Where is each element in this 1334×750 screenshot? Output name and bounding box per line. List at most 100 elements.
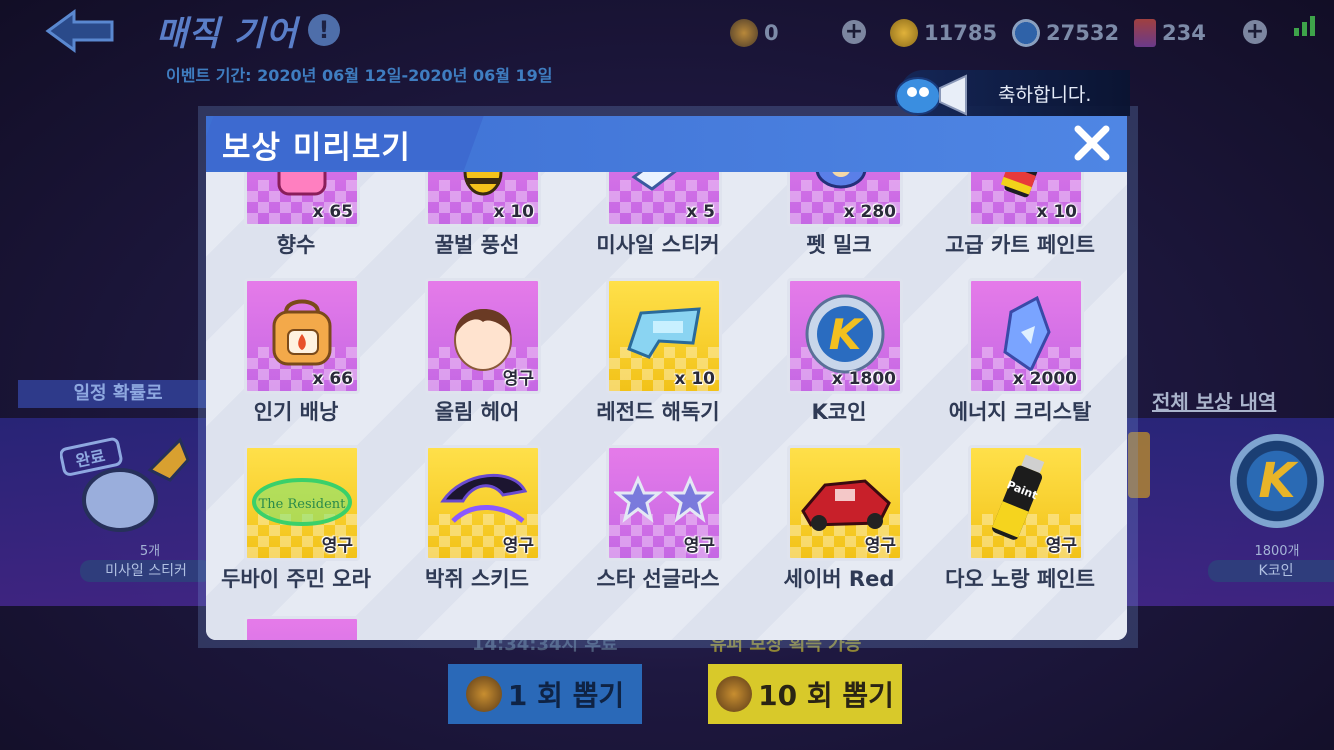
signal-icon [1294, 14, 1320, 36]
bee-balloon-icon [448, 172, 518, 206]
reward-item[interactable]: x 10 고급 카트 페인트 [930, 172, 1110, 257]
reward-item[interactable]: The Resident 영구두바이 주민 오라 [206, 431, 386, 591]
reward-quantity: 영구 [321, 536, 353, 556]
reward-item[interactable]: 영구 박쥐 스키드 [387, 431, 567, 591]
reward-card[interactable]: x 10 [606, 278, 722, 394]
reward-quantity: x 66 [312, 369, 353, 389]
currency-value: 234 [1162, 21, 1206, 45]
pet-milk-icon [807, 172, 883, 201]
reward-quantity: 영구 [1045, 536, 1077, 556]
reward-card[interactable]: x 2000 [968, 278, 1084, 394]
reward-item[interactable]: x 280 펫 밀크 [749, 172, 929, 257]
reward-item[interactable]: x 10 레전드 해독기 [568, 264, 748, 424]
reward-name: 에너지 크리스탈 [948, 400, 1092, 424]
missile-sticker-icon [626, 172, 702, 201]
reward-item[interactable]: x 66 인기 배낭 [206, 264, 386, 424]
reward-name: 다오 노랑 페인트 [945, 567, 1095, 591]
reward-preview-modal: 보상 미리보기 x 65 향수 x 10 꿀벌 풍선 x 5 미사일 스티커 x 280 펫 … [206, 116, 1127, 640]
reward-card[interactable]: The Resident 영구 [244, 445, 360, 561]
reward-item[interactable]: 영구스타 선글라스 [568, 431, 748, 591]
reward-card[interactable]: Kx 1800 [787, 278, 903, 394]
reward-quantity: x 65 [312, 202, 353, 222]
reward-quantity: x 10 [493, 202, 534, 222]
reward-quantity: 영구 [502, 536, 534, 556]
reward-quantity: 영구 [683, 536, 715, 556]
reward-item[interactable]: Paint 영구다오 노랑 페인트 [930, 431, 1110, 591]
reward-item[interactable]: x 65 향수 [206, 172, 386, 257]
gear-token-icon [730, 19, 758, 47]
reward-card[interactable]: x 10 [968, 172, 1084, 227]
all-rewards-link[interactable]: 전체 보상 내역 [1152, 386, 1276, 415]
currency-value: 11785 [924, 21, 998, 45]
reward-item[interactable]: 영구 세이버 Red [749, 431, 929, 591]
gear-token-icon [465, 676, 502, 712]
modal-title: 보상 미리보기 [222, 130, 411, 166]
reward-card[interactable]: x 280 [787, 172, 903, 227]
coin-letter: K [829, 310, 865, 359]
reward-card[interactable]: 영구 [787, 445, 903, 561]
reward-name: 향수 [276, 233, 316, 257]
reward-item[interactable]: x 5 미사일 스티커 [568, 172, 748, 257]
reward-name: 미사일 스티커 [596, 233, 720, 257]
reward-card[interactable]: x 5 [606, 172, 722, 227]
event-period: 이벤트 기간: 2020년 06월 12일-2020년 06월 19일 [166, 66, 553, 85]
reward-card[interactable]: x 65 [244, 172, 360, 227]
paint-can-icon [996, 172, 1056, 206]
energy-icon [1134, 19, 1156, 47]
currency-value: 0 [764, 21, 779, 45]
reward-card[interactable]: Paint 영구 [968, 445, 1084, 561]
draw-1-label: 1 회 뽑기 [507, 679, 625, 712]
reward-name: 스타 선글라스 [596, 567, 720, 591]
reward-item[interactable]: Kx 1800 K코인 [749, 264, 929, 424]
aura-ring-icon: The Resident [247, 466, 357, 540]
currency-value: 27532 [1046, 21, 1120, 45]
modal-header: 보상 미리보기 [206, 116, 1127, 172]
reward-name: 레전드 해독기 [596, 400, 720, 424]
star-sunglasses-icon [612, 471, 716, 535]
page-title: 매직 기어 [156, 14, 298, 54]
add-currency-button[interactable]: + [842, 20, 866, 44]
megaphone-mascot-icon [895, 74, 967, 116]
reward-item[interactable]: x 10 꿀벌 풍선 [387, 172, 567, 257]
reward-quantity: x 2000 [1012, 369, 1077, 389]
reward-card-partial[interactable] [244, 616, 360, 640]
info-icon[interactable]: ! [308, 14, 340, 46]
reward-quantity: 영구 [502, 369, 534, 389]
reward-item[interactable]: 영구올림 헤어 [387, 264, 567, 424]
probability-label: 일정 확률로 [18, 380, 218, 408]
k-coin-icon [1012, 19, 1040, 47]
right-item-name: K코인 [1208, 560, 1334, 582]
reward-quantity: x 280 [843, 202, 896, 222]
close-icon[interactable] [1072, 123, 1112, 163]
k-coin-icon: K [803, 292, 887, 380]
reward-quantity: x 10 [674, 369, 715, 389]
reward-card[interactable]: 영구 [606, 445, 722, 561]
left-item-name: 미사일 스티커 [80, 560, 212, 582]
back-arrow-icon[interactable] [44, 8, 116, 54]
energy-crystal-icon [991, 292, 1061, 380]
aura-text: The Resident [259, 497, 347, 512]
reward-card[interactable]: 영구 [425, 278, 541, 394]
reward-card[interactable]: 영구 [425, 445, 541, 561]
reward-name: K코인 [811, 400, 867, 424]
decoder-icon [619, 299, 709, 373]
reward-card[interactable]: x 66 [244, 278, 360, 394]
reward-name: 꿀벌 풍선 [434, 233, 520, 257]
backpack-icon [262, 294, 342, 378]
reward-item[interactable]: x 2000 에너지 크리스탈 [930, 264, 1110, 424]
draw-10-button[interactable]: 10 회 뽑기 [708, 664, 902, 724]
k-coin-icon: K [1230, 434, 1324, 528]
reward-quantity: x 5 [686, 202, 715, 222]
gear-token-icon [716, 676, 753, 712]
currency-energy: 234 [1134, 18, 1206, 48]
draw-1-button[interactable]: 1 회 뽑기 [448, 664, 642, 724]
reward-quantity: x 1800 [831, 369, 896, 389]
reward-card[interactable]: x 10 [425, 172, 541, 227]
reward-name: 두바이 주민 오라 [221, 567, 371, 591]
add-energy-button[interactable]: + [1243, 20, 1267, 44]
missile-sticker-icon: 완료 [60, 437, 190, 532]
reward-grid[interactable]: x 65 향수 x 10 꿀벌 풍선 x 5 미사일 스티커 x 280 펫 밀크 x 10 고급… [206, 172, 1127, 640]
reward-name: 펫 밀크 [806, 233, 872, 257]
perfume-icon [267, 172, 337, 206]
reward-name: 올림 헤어 [434, 400, 520, 424]
